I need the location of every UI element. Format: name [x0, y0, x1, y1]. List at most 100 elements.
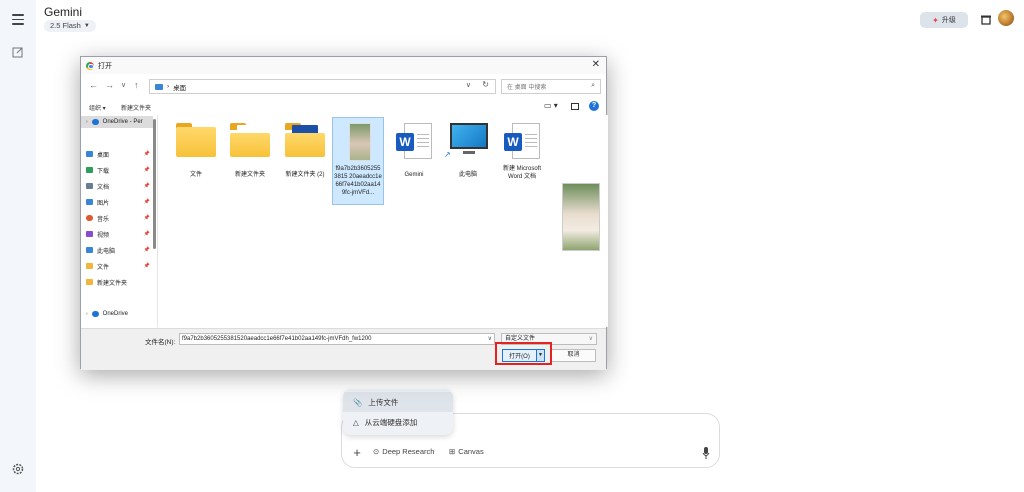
view-options-icon[interactable]: ▭ ▾: [544, 101, 558, 110]
sidebar-item-documents[interactable]: 文档 📌: [86, 180, 154, 192]
image-thumbnail: [338, 121, 378, 161]
dialog-toolbar: 组织 ▾ 新建文件夹 ▭ ▾ ?: [81, 100, 606, 114]
sidebar-item-music[interactable]: 音乐 📌: [86, 212, 154, 224]
new-folder-button[interactable]: 新建文件夹: [121, 103, 151, 112]
cloud-icon: [91, 311, 99, 317]
menu-icon[interactable]: [12, 14, 24, 25]
app-title: Gemini: [44, 5, 83, 19]
cancel-button[interactable]: 取消: [551, 349, 596, 362]
sidebar-item-label: 桌面: [97, 152, 110, 159]
chevron-right-icon: ›: [86, 119, 88, 125]
chevron-right-icon: ›: [86, 311, 88, 317]
search-icon: ⌕: [591, 82, 595, 89]
search-placeholder: 在 桌面 中搜索: [507, 85, 547, 91]
organize-menu[interactable]: 组织 ▾: [89, 103, 106, 112]
sidebar-item-label: 下载: [97, 168, 110, 175]
sidebar-item-new-folder[interactable]: 新建文件夹: [86, 276, 154, 288]
upgrade-label: 升级: [941, 17, 956, 24]
forward-arrow-icon[interactable]: →: [105, 80, 114, 90]
file-name: 新建文件夹 (2): [285, 172, 325, 178]
computer-icon: [86, 247, 93, 253]
sidebar-item-label: 此电脑: [97, 248, 116, 255]
open-file-dialog: 打开 ✕ ← → ∨ ↑ › 桌面 ∨ ↻ 在 桌面 中搜索 ⌕ 组织 ▾ 新建…: [80, 56, 608, 370]
model-selector[interactable]: 2.5 Flash ▼: [44, 20, 96, 32]
file-item-folder[interactable]: 新建文件夹: [224, 121, 276, 179]
filename-label: 文件名(N):: [145, 339, 176, 346]
deep-research-button[interactable]: ⊙ Deep Research: [373, 447, 434, 456]
folder-icon: [86, 279, 93, 285]
file-item-folder[interactable]: 新建文件夹 (2): [279, 121, 331, 179]
preview-pane-icon[interactable]: [571, 103, 579, 110]
sidebar-item-onedrive[interactable]: › OneDrive: [86, 308, 154, 320]
dialog-navbar: ← → ∨ ↑ › 桌面 ∨ ↻ 在 桌面 中搜索 ⌕: [81, 76, 606, 96]
refresh-icon[interactable]: ↻: [482, 80, 489, 89]
canvas-icon: ⊞: [449, 447, 456, 456]
recent-chevron-icon[interactable]: ∨: [121, 81, 126, 89]
search-input[interactable]: 在 桌面 中搜索 ⌕: [501, 79, 601, 94]
sidebar-item-label: OneDrive - Per: [102, 119, 143, 125]
file-name: 此电脑: [458, 172, 477, 178]
file-name: 新建文件夹: [234, 172, 265, 178]
pictures-icon: [86, 199, 93, 205]
drive-icon: △: [353, 417, 359, 427]
pin-icon: 📌: [143, 183, 150, 189]
shortcut-arrow-icon: ↗: [444, 150, 451, 159]
sidebar-item-this-pc[interactable]: 此电脑 📌: [86, 244, 154, 256]
up-arrow-icon[interactable]: ↑: [134, 80, 139, 90]
help-icon[interactable]: ?: [589, 101, 599, 111]
deep-research-icon: ⊙: [373, 447, 380, 456]
sparkle-icon: ✦: [932, 15, 939, 25]
microphone-icon[interactable]: [702, 447, 710, 459]
pin-icon: 📌: [143, 263, 150, 269]
sidebar-item-label: 图片: [97, 200, 110, 207]
upload-menu: 📎 上传文件 △ 从云端硬盘添加: [343, 389, 453, 435]
file-item-word[interactable]: W 新建 Microsoft Word 文档: [496, 121, 548, 181]
new-chat-icon[interactable]: [12, 46, 24, 58]
chevron-down-icon[interactable]: ∨: [466, 81, 471, 89]
computer-icon: ↗: [444, 121, 488, 161]
pin-icon: 📌: [143, 167, 150, 173]
scrollbar[interactable]: [153, 119, 156, 249]
settings-gear-icon[interactable]: [11, 462, 25, 476]
music-icon: [86, 215, 93, 221]
cloud-icon: [91, 119, 99, 125]
canvas-button[interactable]: ⊞ Canvas: [449, 447, 484, 456]
sidebar-item-label: 新建文件夹: [97, 280, 128, 287]
dialog-title: 打开: [98, 62, 112, 70]
file-item-this-pc[interactable]: ↗ 此电脑: [442, 121, 494, 179]
sidebar-item-desktop[interactable]: 桌面 📌: [86, 148, 154, 160]
file-name: f9a7b2b36052553815 20aeadcc1e66f7e41b02a…: [334, 166, 382, 196]
chevron-down-icon: ▼: [83, 23, 90, 29]
chrome-icon: [86, 61, 94, 70]
sidebar-item-label: 音乐: [97, 216, 110, 223]
sidebar-item-pictures[interactable]: 图片 📌: [86, 196, 154, 208]
pin-icon: 📌: [143, 199, 150, 205]
word-document-icon: W: [394, 121, 434, 161]
upload-file-item[interactable]: 📎 上传文件: [343, 392, 453, 412]
sidebar-item-videos[interactable]: 视频 📌: [86, 228, 154, 240]
sidebar-item-downloads[interactable]: 下载 📌: [86, 164, 154, 176]
avatar[interactable]: [998, 10, 1014, 26]
sidebar-item-label: OneDrive: [102, 311, 129, 317]
menu-label: 上传文件: [368, 397, 399, 407]
filename-value: f9a7b2b3605255381520aeadcc1e66f7e41b02aa…: [182, 336, 372, 342]
sidebar-item-label: 文件: [97, 264, 110, 271]
chevron-down-icon[interactable]: ∨: [488, 334, 492, 344]
drive-add-item[interactable]: △ 从云端硬盘添加: [343, 412, 453, 432]
download-icon: [86, 167, 93, 173]
preview-image: [562, 183, 600, 251]
sidebar-item-onedrive-personal[interactable]: › OneDrive - Per: [81, 116, 153, 128]
file-item-image-selected[interactable]: f9a7b2b36052553815 20aeadcc1e66f7e41b02a…: [332, 117, 384, 205]
upgrade-button[interactable]: ✦ 升级: [920, 12, 968, 28]
filename-input[interactable]: f9a7b2b3605255381520aeadcc1e66f7e41b02aa…: [179, 333, 495, 345]
plus-icon[interactable]: +: [350, 446, 364, 460]
gift-icon[interactable]: [980, 13, 992, 25]
back-arrow-icon[interactable]: ←: [89, 80, 98, 90]
file-item-folder[interactable]: 文件: [170, 121, 222, 179]
file-item-word[interactable]: W Gemini: [388, 121, 440, 179]
documents-icon: [86, 183, 93, 189]
word-document-icon: W: [502, 121, 542, 161]
close-icon[interactable]: ✕: [592, 59, 600, 70]
address-bar[interactable]: › 桌面 ∨ ↻: [149, 79, 496, 94]
sidebar-item-files[interactable]: 文件 📌: [86, 260, 154, 272]
